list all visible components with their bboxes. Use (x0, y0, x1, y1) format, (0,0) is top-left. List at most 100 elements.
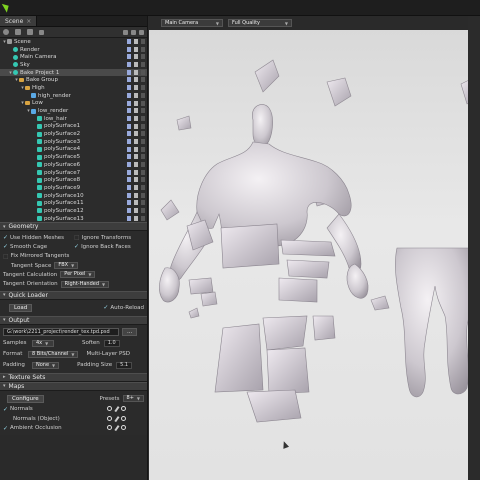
visibility-toggles[interactable] (127, 169, 145, 175)
visibility-toggles[interactable] (127, 77, 145, 83)
toggle-icon[interactable] (141, 200, 145, 206)
toggle-icon[interactable] (127, 123, 131, 129)
tangent-calc-select[interactable]: Per Pixel ▼ (60, 271, 96, 279)
camera-icon[interactable] (27, 29, 33, 35)
toggle-icon[interactable] (134, 92, 138, 98)
visibility-toggles[interactable] (127, 215, 145, 221)
visibility-toggles[interactable] (127, 115, 145, 121)
padding-select[interactable]: None ▼ (32, 361, 60, 369)
visibility-toggles[interactable] (127, 46, 145, 52)
map-item[interactable]: ✓ Ambient Occlusion (3, 423, 144, 432)
toggle-icon[interactable] (134, 46, 138, 52)
checkbox-auto-reload[interactable]: ✓ (103, 304, 108, 311)
tab-scene[interactable]: Scene × (0, 16, 38, 26)
tree-item[interactable]: low_hair (0, 115, 147, 123)
visibility-toggles[interactable] (127, 85, 145, 91)
visibility-toggles[interactable] (127, 138, 145, 144)
toggle-icon[interactable] (127, 146, 131, 152)
toggle-icon[interactable] (127, 92, 131, 98)
tree-item[interactable]: Main Camera (0, 53, 147, 61)
presets-select[interactable]: 8+ ▼ (122, 395, 144, 403)
toggle-icon[interactable] (141, 169, 145, 175)
toggle-icon[interactable] (134, 85, 138, 91)
toggle-icon[interactable] (134, 108, 138, 114)
toggle-icon[interactable] (127, 138, 131, 144)
texture-sets-header[interactable]: ▸ Texture Sets (0, 372, 147, 382)
edit-icon[interactable] (113, 425, 119, 431)
settings-icon[interactable] (106, 406, 112, 412)
light-icon[interactable] (15, 29, 21, 35)
toggle-icon[interactable] (141, 39, 145, 44)
toggle-icon[interactable] (141, 162, 145, 167)
3d-viewport[interactable]: Main Camera ▼ Full Quality ▼ (149, 16, 480, 480)
toggle-icon[interactable] (141, 146, 145, 152)
search-icon[interactable] (121, 425, 126, 431)
map-item[interactable]: Normals (Object) (3, 414, 144, 423)
visibility-toggles[interactable] (127, 100, 145, 106)
load-button[interactable]: Load (9, 303, 33, 312)
visibility-toggles[interactable] (127, 69, 145, 75)
toggle-icon[interactable] (141, 208, 145, 214)
toggle-icon[interactable] (127, 185, 131, 191)
padding-size-input[interactable]: 5.1 (116, 361, 133, 369)
checkbox-smooth-cage[interactable]: ✓ (3, 243, 8, 250)
toggle-icon[interactable] (127, 177, 131, 183)
toggle-icon[interactable] (134, 154, 138, 160)
tree-item[interactable]: polySurface3 (0, 138, 147, 146)
checkbox-fix-mirrored[interactable]: □ (3, 253, 9, 260)
tree-item[interactable]: ▾ Low (0, 100, 147, 108)
toggle-icon[interactable] (127, 39, 131, 44)
checkbox-use-hidden-meshes[interactable]: ✓ (3, 234, 8, 241)
toggle-icon[interactable] (141, 185, 145, 191)
toggle-icon[interactable] (127, 154, 131, 160)
tree-item[interactable]: polySurface2 (0, 130, 147, 138)
toggle-icon[interactable] (134, 62, 138, 68)
tree-item[interactable]: polySurface10 (0, 192, 147, 200)
toggle-icon[interactable] (134, 115, 138, 121)
toggle-icon[interactable] (141, 85, 145, 91)
toggle-icon[interactable] (141, 108, 145, 114)
toggle-icon[interactable] (134, 123, 138, 129)
toggle-icon[interactable] (141, 154, 145, 160)
visibility-toggles[interactable] (127, 154, 145, 160)
toggle-icon[interactable] (127, 69, 131, 75)
geometry-section-header[interactable]: ▾ Geometry (0, 222, 147, 231)
toggle-icon[interactable] (134, 77, 138, 83)
toggle-icon[interactable] (141, 138, 145, 144)
visibility-toggles[interactable] (127, 177, 145, 183)
tangent-space-select[interactable]: FBX ▼ (54, 262, 79, 270)
tree-item[interactable]: ▾ Scene (0, 38, 147, 46)
checkbox-ignore-transforms[interactable]: □ (74, 234, 80, 241)
toggle-icon[interactable] (134, 192, 138, 198)
visibility-toggles[interactable] (127, 123, 145, 129)
toggle-icon[interactable] (134, 169, 138, 175)
edit-icon[interactable] (113, 415, 119, 422)
toggle-icon[interactable] (134, 177, 138, 183)
toggle-icon[interactable] (134, 69, 138, 75)
tree-item[interactable]: ▾ Bake Group (0, 76, 147, 84)
toggle-icon[interactable] (141, 100, 145, 106)
toggle-icon[interactable] (127, 200, 131, 206)
toggle-icon[interactable] (127, 208, 131, 214)
checkbox-ignore-back-faces[interactable]: ✓ (74, 243, 79, 250)
toggle-icon[interactable] (141, 54, 145, 60)
toggle-icon[interactable] (127, 100, 131, 106)
toggle-icon[interactable] (127, 215, 131, 221)
mesh-icon[interactable] (39, 29, 44, 35)
quick-loader-header[interactable]: ▾ Quick Loader (0, 290, 147, 300)
toggle-icon[interactable] (127, 54, 131, 60)
tree-item[interactable]: ▾ low_render (0, 107, 147, 115)
visibility-toggles[interactable] (127, 185, 145, 191)
tree-item[interactable]: polySurface11 (0, 199, 147, 207)
tree-item[interactable]: polySurface5 (0, 153, 147, 161)
visibility-toggles[interactable] (127, 92, 145, 98)
tree-item[interactable]: high_render (0, 92, 147, 100)
toggle-icon[interactable] (134, 39, 138, 44)
search-icon[interactable] (121, 415, 126, 421)
soften-input[interactable]: 1.0 (103, 339, 120, 347)
tree-item[interactable]: polySurface7 (0, 169, 147, 177)
tree-item[interactable]: polySurface4 (0, 146, 147, 154)
tangent-orientation-select[interactable]: Right-Handed ▼ (60, 280, 110, 288)
settings-icon[interactable] (106, 425, 112, 431)
visibility-toggles[interactable] (127, 39, 145, 44)
